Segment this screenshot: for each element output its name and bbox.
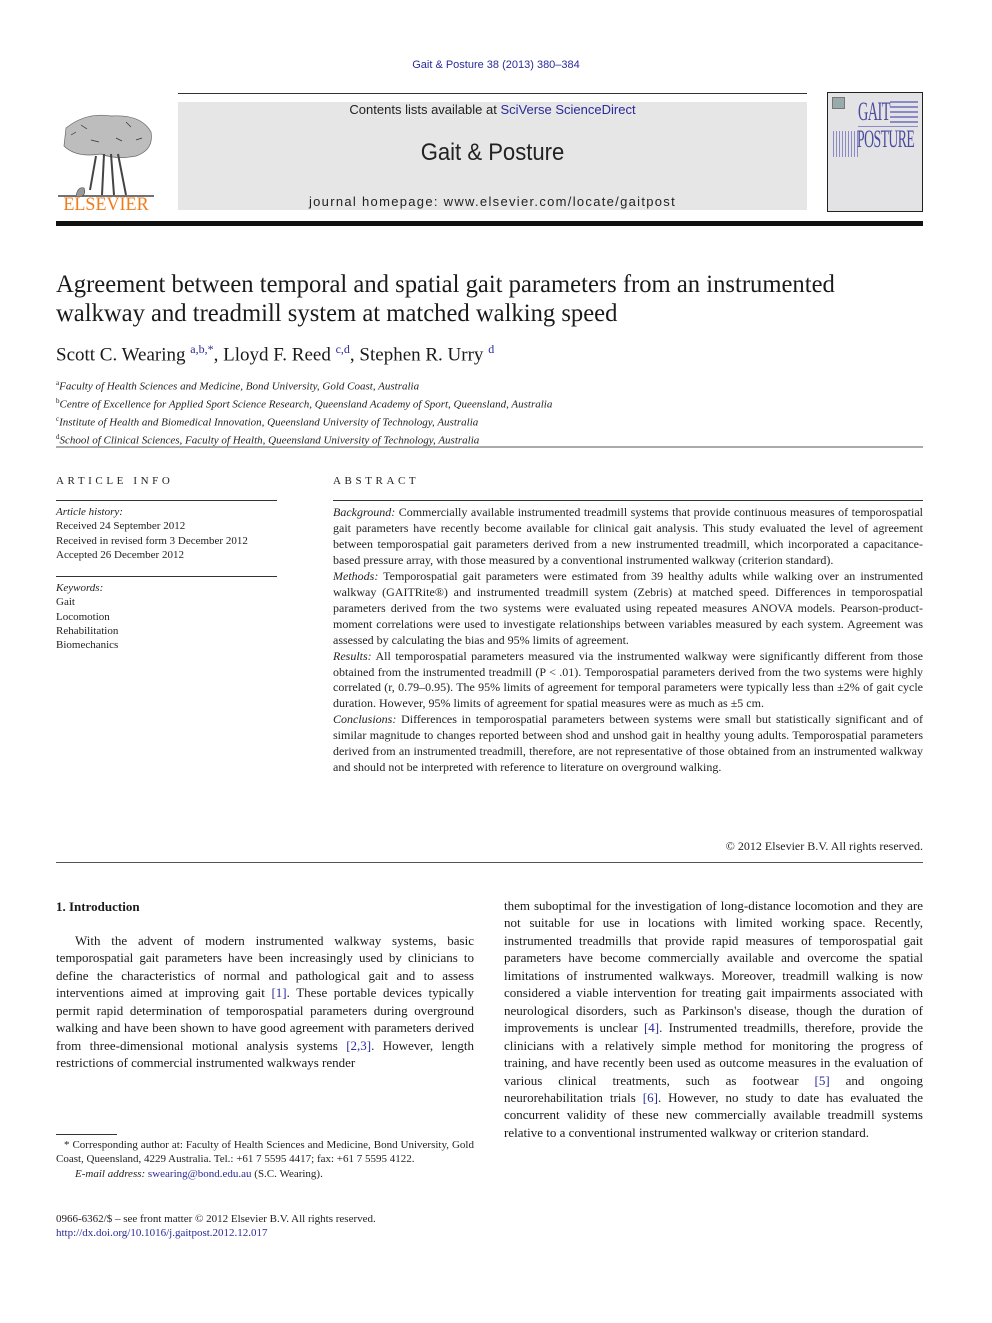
abstract-section-text: Temporospatial gait parameters were esti…	[333, 568, 923, 647]
cover-title-top: GAIT	[858, 97, 891, 126]
author-affiliation-marker[interactable]: a,b,*	[190, 342, 213, 356]
article-history: Article history: Received 24 September 2…	[56, 505, 248, 562]
journal-title: Gait & Posture	[420, 139, 565, 166]
abstract-section-text: All temporospatial parameters measured v…	[333, 648, 924, 711]
affiliation-item: bCentre of Excellence for Applied Sport …	[56, 394, 552, 412]
author-separator: ,	[213, 344, 224, 366]
contents-line: Contents lists available at SciVerse Sci…	[178, 102, 807, 117]
affiliation-item: cInstitute of Health and Biomedical Inno…	[56, 412, 552, 430]
keyword-item: Locomotion	[56, 610, 110, 623]
email-suffix: (S.C. Wearing).	[251, 1167, 323, 1180]
abstract-rule	[333, 500, 923, 501]
author-separator: ,	[349, 344, 360, 366]
author-name[interactable]: Lloyd F. Reed	[223, 344, 331, 365]
affiliation-list: aFaculty of Health Sciences and Medicine…	[56, 376, 552, 448]
author-affiliation-marker[interactable]: c,d	[336, 342, 350, 356]
citation-link[interactable]: [6]	[643, 1090, 658, 1105]
article-info-rule	[56, 500, 277, 501]
article-info-heading: ARTICLE INFO	[56, 475, 174, 487]
abstract-results: Results: All temporospatial parameters m…	[333, 649, 923, 713]
abstract-conclusions: Conclusions: Differences in temporospati…	[333, 712, 923, 776]
history-item: Received 24 September 2012	[56, 520, 186, 533]
article-history-label: Article history:	[56, 506, 123, 518]
citation-link[interactable]: [1]	[271, 985, 286, 1000]
affiliation-item: aFaculty of Health Sciences and Medicine…	[56, 376, 552, 394]
citation-link[interactable]: [2,3]	[346, 1038, 371, 1053]
front-matter: 0966-6362/$ – see front matter © 2012 El…	[56, 1212, 376, 1241]
body-text: them suboptimal for the investigation of…	[504, 898, 923, 1036]
affiliation-text: Centre of Excellence for Applied Sport S…	[59, 398, 553, 411]
keyword-item: Biomechanics	[56, 639, 119, 652]
elsevier-wordmark[interactable]: ELSEVIER	[59, 194, 154, 216]
running-head[interactable]: Gait & Posture 38 (2013) 380–384	[0, 59, 992, 71]
abstract-end-rule	[56, 862, 923, 863]
citation-link[interactable]: [4]	[644, 1020, 659, 1035]
keyword-item: Gait	[56, 596, 75, 609]
abstract-section-text: Commercially available instrumented trea…	[333, 505, 923, 567]
section-divider	[56, 446, 923, 448]
sciencedirect-link[interactable]: SciVerse ScienceDirect	[500, 102, 635, 117]
abstract-copyright: © 2012 Elsevier B.V. All rights reserved…	[725, 839, 923, 853]
contents-prefix: Contents lists available at	[349, 102, 501, 117]
cover-stripes-decoration	[890, 101, 918, 127]
abstract-methods: Methods: Temporospatial gait parameters …	[333, 569, 923, 649]
header-rule	[178, 93, 807, 94]
cover-stripes-decoration	[833, 131, 858, 157]
affiliation-text: School of Clinical Sciences, Faculty of …	[59, 434, 480, 447]
email-row: E-mail address: swearing@bond.edu.au (S.…	[56, 1167, 474, 1181]
cover-badge-icon	[832, 97, 845, 109]
masthead-thick-rule	[56, 221, 923, 226]
abstract-section-label: Results:	[333, 648, 372, 663]
author-name[interactable]: Scott C. Wearing	[56, 344, 186, 365]
intro-paragraph: With the advent of modern instrumented w…	[56, 932, 474, 1072]
citation-link[interactable]: [5]	[815, 1073, 830, 1088]
section-heading-introduction: 1. Introduction	[56, 899, 140, 914]
author-name[interactable]: Stephen R. Urry	[359, 344, 483, 365]
abstract-section-text: Differences in temporospatial parameters…	[333, 712, 923, 775]
doi-link[interactable]: http://dx.doi.org/10.1016/j.gaitpost.201…	[56, 1227, 268, 1239]
keywords-block: Keywords: Gait Locomotion Rehabilitation…	[56, 581, 118, 652]
article-info-rule	[56, 576, 277, 577]
abstract-body: Background: Commercially available instr…	[333, 505, 923, 776]
journal-masthead: Contents lists available at SciVerse Sci…	[178, 102, 807, 210]
article-title-line: walkway and treadmill system at matched …	[56, 300, 618, 327]
abstract-heading: ABSTRACT	[333, 475, 420, 487]
abstract-section-label: Background:	[333, 505, 396, 519]
body-column-left: With the advent of modern instrumented w…	[56, 932, 474, 1072]
journal-homepage[interactable]: journal homepage: www.elsevier.com/locat…	[178, 194, 807, 209]
body-column-right: them suboptimal for the investigation of…	[504, 897, 923, 1141]
corresponding-author-footnote: * Corresponding author at: Faculty of He…	[56, 1138, 474, 1181]
front-matter-text: 0966-6362/$ – see front matter © 2012 El…	[56, 1213, 376, 1225]
email-label: E-mail address:	[75, 1167, 146, 1180]
article-title: Agreement between temporal and spatial g…	[56, 270, 923, 328]
footnote-rule	[56, 1134, 117, 1135]
email-link[interactable]: swearing@bond.edu.au	[148, 1168, 252, 1180]
article-title-line: Agreement between temporal and spatial g…	[56, 271, 835, 298]
corresponding-author-text: * Corresponding author at: Faculty of He…	[56, 1139, 474, 1166]
keyword-item: Rehabilitation	[56, 624, 119, 637]
abstract-section-label: Methods:	[333, 568, 379, 583]
author-list: Scott C. Wearing a,b,*, Lloyd F. Reed c,…	[56, 342, 494, 366]
journal-cover-thumbnail[interactable]: GAIT POSTURE	[827, 92, 923, 212]
keywords-label: Keywords:	[56, 582, 104, 594]
cover-title-bottom: POSTURE	[857, 126, 915, 153]
abstract-background: Background: Commercially available instr…	[333, 505, 923, 569]
history-item: Accepted 26 December 2012	[56, 548, 184, 561]
author-affiliation-marker[interactable]: d	[488, 342, 494, 356]
affiliation-text: Faculty of Health Sciences and Medicine,…	[59, 380, 420, 393]
abstract-section-label: Conclusions:	[333, 712, 397, 727]
affiliation-text: Institute of Health and Biomedical Innov…	[59, 416, 479, 429]
intro-paragraph-continued: them suboptimal for the investigation of…	[504, 897, 923, 1141]
history-item: Received in revised form 3 December 2012	[56, 534, 248, 547]
